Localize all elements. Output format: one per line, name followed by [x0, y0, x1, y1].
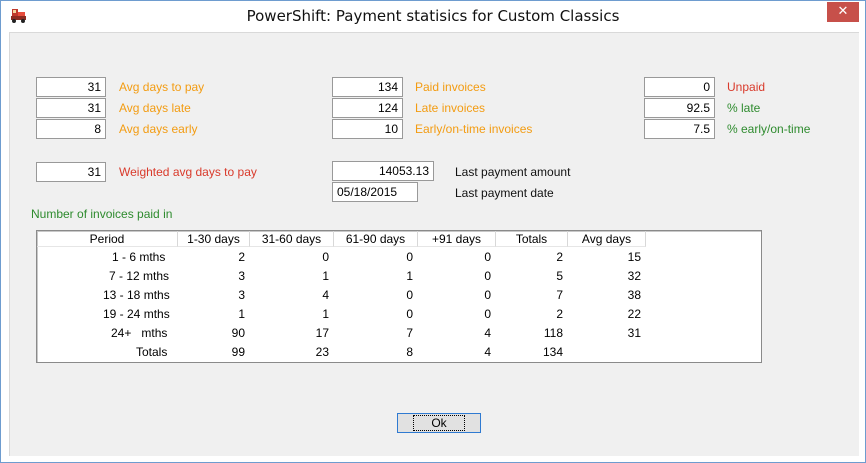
cell-61-90: 0	[406, 250, 413, 264]
cell-61-90: 8	[406, 345, 413, 359]
payment-statistics-window: PowerShift: Payment statisics for Custom…	[0, 0, 866, 463]
percent-early-ontime-field[interactable]: 7.5	[644, 119, 715, 139]
cell-period: Totals	[136, 345, 168, 359]
column-header-totals[interactable]: Totals	[496, 231, 568, 247]
cell-91-plus: 4	[484, 326, 491, 340]
cell-91-plus: 0	[484, 250, 491, 264]
grid-caption: Number of invoices paid in	[31, 207, 173, 221]
cell-91-plus: 0	[484, 307, 491, 321]
avg-days-late-label: Avg days late	[119, 101, 191, 115]
avg-days-to-pay-field[interactable]: 31	[36, 77, 106, 97]
last-payment-date-label: Last payment date	[455, 186, 554, 200]
avg-days-early-label: Avg days early	[119, 122, 198, 136]
cell-avg-days: 32	[627, 269, 641, 283]
cell-avg-days: 15	[627, 250, 641, 264]
unpaid-field[interactable]: 0	[644, 77, 715, 97]
last-payment-amount-label: Last payment amount	[455, 165, 571, 179]
cell-31-60: 4	[322, 288, 329, 302]
cell-total: 5	[556, 269, 563, 283]
cell-1-30: 90	[231, 326, 245, 340]
last-payment-amount-field[interactable]: 14053.13	[332, 161, 434, 181]
late-invoices-field[interactable]: 124	[332, 98, 403, 118]
cell-period: 24+ mths	[111, 326, 168, 340]
avg-days-early-field[interactable]: 8	[36, 119, 106, 139]
cell-period: 7 - 12 mths	[109, 269, 170, 283]
cell-91-plus: 0	[484, 269, 491, 283]
paid-invoices-label: Paid invoices	[415, 80, 486, 94]
column-header-61-90[interactable]: 61-90 days	[334, 231, 418, 247]
cell-1-30: 1	[238, 307, 245, 321]
cell-total: 118	[543, 326, 563, 340]
avg-days-to-pay-label: Avg days to pay	[119, 80, 205, 94]
cell-31-60: 23	[315, 345, 329, 359]
column-header-91-plus[interactable]: +91 days	[418, 231, 496, 247]
cell-1-30: 3	[238, 288, 245, 302]
early-ontime-invoices-label: Early/on-time invoices	[415, 122, 533, 136]
cell-1-30: 3	[238, 269, 245, 283]
cell-61-90: 0	[406, 307, 413, 321]
column-header-period[interactable]: Period	[37, 231, 178, 247]
paid-invoices-field[interactable]: 134	[332, 77, 403, 97]
dialog-body: 31 Avg days to pay 31 Avg days late 8 Av…	[9, 32, 859, 456]
cell-1-30: 2	[238, 250, 245, 264]
cell-avg-days: 31	[627, 326, 641, 340]
cell-period: 13 - 18 mths	[103, 288, 170, 302]
cell-1-30: 99	[231, 345, 245, 359]
cell-31-60: 0	[322, 250, 329, 264]
cell-91-plus: 0	[484, 288, 491, 302]
cell-avg-days	[568, 343, 641, 362]
cell-91-plus: 4	[484, 345, 491, 359]
column-header-avg-days[interactable]: Avg days	[568, 231, 646, 247]
cell-total: 134	[542, 345, 563, 359]
unpaid-label: Unpaid	[727, 80, 766, 94]
window-title: PowerShift: Payment statisics for Custom…	[246, 7, 620, 25]
cell-61-90: 7	[406, 326, 413, 340]
weighted-avg-days-field[interactable]: 31	[36, 162, 106, 182]
cell-period: 1 - 6 mths	[112, 250, 166, 264]
last-payment-date-field[interactable]: 05/18/2015	[332, 182, 418, 202]
close-icon: ✕	[837, 4, 849, 19]
column-header-31-60[interactable]: 31-60 days	[250, 231, 334, 247]
percent-late-label: % late	[727, 101, 761, 115]
percent-early-ontime-label: % early/on-time	[727, 122, 811, 136]
cell-avg-days: 38	[627, 288, 641, 302]
cell-period: 19 - 24 mths	[103, 307, 170, 321]
cell-61-90: 1	[406, 269, 413, 283]
cell-total: 2	[556, 307, 563, 321]
cell-avg-days: 22	[627, 307, 641, 321]
ok-button-label: Ok	[413, 415, 465, 431]
cell-total: 2	[556, 250, 563, 264]
cell-31-60: 1	[322, 269, 329, 283]
title-bar[interactable]: PowerShift: Payment statisics for Custom…	[1, 1, 865, 32]
close-button[interactable]: ✕	[827, 2, 859, 22]
avg-days-late-field[interactable]: 31	[36, 98, 106, 118]
invoice-aging-grid[interactable]: Period 1-30 days 31-60 days 61-90 days +…	[36, 230, 762, 363]
column-header-1-30[interactable]: 1-30 days	[178, 231, 250, 247]
cell-total: 7	[556, 288, 563, 302]
percent-late-field[interactable]: 92.5	[644, 98, 715, 118]
cell-31-60: 1	[322, 307, 329, 321]
cell-61-90: 0	[406, 288, 413, 302]
ok-button[interactable]: Ok	[397, 413, 481, 433]
cell-31-60: 17	[315, 326, 329, 340]
late-invoices-label: Late invoices	[415, 101, 486, 115]
early-ontime-invoices-field[interactable]: 10	[332, 119, 403, 139]
weighted-avg-days-label: Weighted avg days to pay	[119, 165, 257, 179]
